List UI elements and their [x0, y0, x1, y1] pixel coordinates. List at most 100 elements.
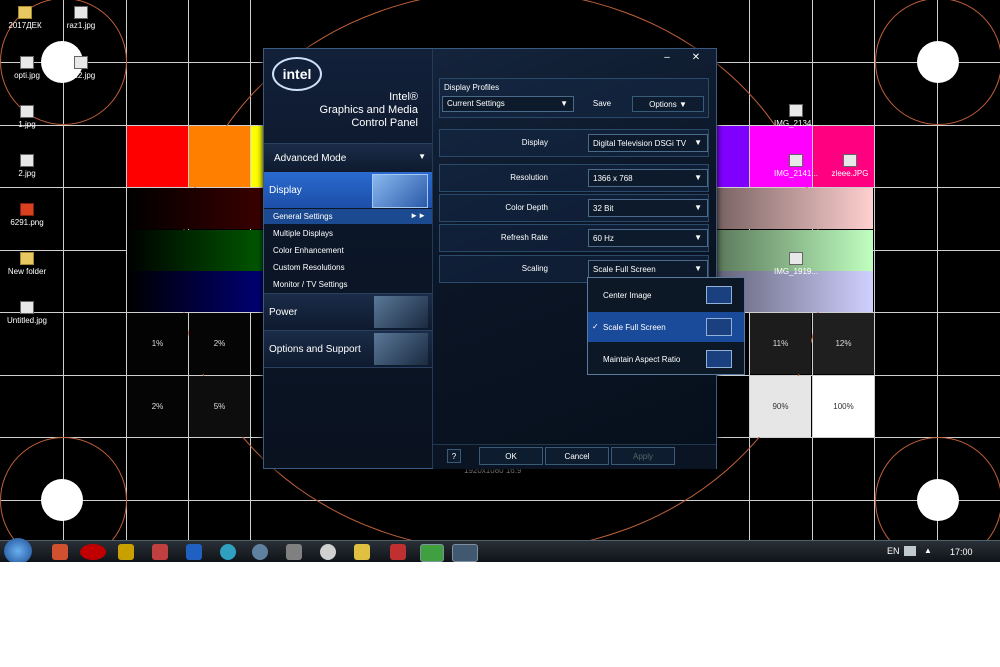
chevron-down-icon: ▼: [694, 203, 702, 212]
start-button-icon[interactable]: [4, 538, 32, 562]
desktop-icon[interactable]: 2.jpg: [0, 154, 57, 178]
menu-item-center-image[interactable]: Center Image: [588, 280, 744, 310]
corner-dot: [917, 41, 959, 83]
desktop-icon[interactable]: Untitled.jpg: [0, 301, 57, 325]
subnav-monitor-tv-settings[interactable]: Monitor / TV Settings: [273, 280, 348, 289]
help-button[interactable]: ?: [447, 449, 461, 463]
taskbar-app-icon[interactable]: [152, 544, 168, 560]
gray-step: 2%: [189, 313, 250, 374]
refresh-rate-select[interactable]: 60 Hz ▼: [588, 229, 708, 247]
resolution-select[interactable]: 1366 x 768 ▼: [588, 169, 708, 187]
image-file-icon: [20, 56, 34, 69]
advanced-mode-dropdown[interactable]: Advanced Mode ▼: [264, 143, 432, 173]
image-file-icon: [74, 56, 88, 69]
chevron-down-icon: ▼: [678, 99, 687, 109]
subnav-general-settings[interactable]: General Settings: [273, 212, 333, 221]
desktop-icon[interactable]: raz1.jpg: [51, 6, 111, 30]
apply-button[interactable]: Apply: [611, 447, 675, 465]
image-file-icon: [789, 104, 803, 117]
taskbar: EN ▲ 17:00: [0, 538, 1000, 562]
profile-select[interactable]: Current Settings ▼: [442, 96, 574, 112]
display-select[interactable]: Digital Television DSGi TV ▼: [588, 134, 708, 152]
nav-section-options-support[interactable]: Options and Support: [264, 330, 432, 368]
close-button[interactable]: ✕: [683, 50, 709, 64]
taskbar-app-icon[interactable]: [186, 544, 202, 560]
png-file-icon: [20, 203, 34, 216]
power-icon: [374, 296, 428, 328]
image-file-icon: [20, 105, 34, 118]
desktop: 1% 2% 11% 12% 2% 5% 90% 100% 1920x1080 1…: [0, 0, 1000, 562]
options-button[interactable]: Options ▼: [632, 96, 704, 112]
left-navigation-pane: intel Intel® Graphics and Media Control …: [264, 49, 433, 468]
menu-item-maintain-aspect-ratio[interactable]: Maintain Aspect Ratio: [588, 344, 744, 374]
ok-button[interactable]: OK: [479, 447, 543, 465]
setting-row-color-depth: Color Depth 32 Bit ▼: [439, 194, 709, 222]
image-file-icon: [20, 154, 34, 167]
nav-section-power[interactable]: Power: [264, 293, 432, 330]
image-file-icon: [843, 154, 857, 167]
subnav-color-enhancement[interactable]: Color Enhancement: [273, 246, 344, 255]
setting-row-refresh-rate: Refresh Rate 60 Hz ▼: [439, 224, 709, 252]
grid-line: [874, 0, 875, 540]
desktop-icon[interactable]: zleee.JPG: [820, 154, 880, 178]
taskbar-app-icon[interactable]: [420, 544, 444, 562]
keyboard-icon[interactable]: [904, 546, 916, 556]
desktop-icon[interactable]: New folder: [0, 252, 57, 276]
taskbar-app-icon[interactable]: [390, 544, 406, 560]
minimize-button[interactable]: –: [654, 50, 680, 64]
chevron-down-icon: ▼: [418, 152, 426, 161]
gray-step: 2%: [127, 376, 188, 437]
taskbar-app-icon[interactable]: [354, 544, 370, 560]
chevron-down-icon: ▼: [694, 264, 702, 273]
save-button[interactable]: Save: [577, 96, 627, 110]
taskbar-app-icon[interactable]: [220, 544, 236, 560]
cancel-button[interactable]: Cancel: [545, 447, 609, 465]
corner-dot: [41, 479, 83, 521]
subnav-multiple-displays[interactable]: Multiple Displays: [273, 229, 333, 238]
taskbar-app-icon[interactable]: [52, 544, 68, 560]
app-title: Intel® Graphics and Media Control Panel: [319, 91, 418, 129]
clock[interactable]: 17:00: [950, 547, 973, 557]
maintain-aspect-ratio-preview-icon: [706, 350, 732, 368]
checkmark-icon: ✓: [592, 322, 599, 331]
language-indicator[interactable]: EN: [887, 546, 900, 556]
gray-step: 100%: [813, 376, 874, 437]
desktop-icon[interactable]: 6291.png: [0, 203, 57, 227]
subnav-custom-resolutions[interactable]: Custom Resolutions: [273, 263, 345, 272]
scaling-select[interactable]: Scale Full Screen ▼: [588, 260, 708, 278]
opera-icon[interactable]: [80, 544, 106, 560]
tray-expand-icon[interactable]: ▲: [924, 546, 932, 555]
desktop-icon[interactable]: 1.jpg: [0, 105, 57, 129]
menu-item-scale-full-screen[interactable]: ✓ Scale Full Screen: [588, 312, 744, 342]
image-file-icon: [20, 301, 34, 314]
desktop-icon[interactable]: IMG_2134...: [766, 104, 826, 128]
support-icon: [374, 333, 428, 365]
intel-graphics-taskbar-icon[interactable]: [452, 544, 478, 562]
setting-row-display: Display Digital Television DSGi TV ▼: [439, 129, 709, 157]
taskbar-app-icon[interactable]: [118, 544, 134, 560]
color-bar-violet: [715, 126, 749, 187]
gray-step: 12%: [813, 313, 874, 374]
setting-row-resolution: Resolution 1366 x 768 ▼: [439, 164, 709, 192]
chevron-down-icon: ▼: [560, 99, 568, 108]
double-chevron-right-icon: ►►: [410, 211, 426, 220]
corner-dot: [917, 479, 959, 521]
scaling-dropdown-menu: Center Image ✓ Scale Full Screen Maintai…: [587, 277, 745, 375]
desktop-icon[interactable]: opti.jpg: [0, 56, 57, 80]
monitor-icon: [372, 174, 428, 208]
center-image-preview-icon: [706, 286, 732, 304]
gray-step: 11%: [750, 313, 811, 374]
folder-icon: [20, 252, 34, 265]
color-bar-orange: [189, 126, 250, 187]
color-depth-select[interactable]: 32 Bit ▼: [588, 199, 708, 217]
desktop-icon[interactable]: raz2.jpg: [51, 56, 111, 80]
desktop-icon[interactable]: 2017ДЕК: [0, 6, 55, 30]
desktop-icon[interactable]: IMG_2141...: [766, 154, 826, 178]
nav-section-display[interactable]: Display: [264, 172, 432, 208]
scale-full-screen-preview-icon: [706, 318, 732, 336]
taskbar-app-icon[interactable]: [252, 544, 268, 560]
taskbar-app-icon[interactable]: [320, 544, 336, 560]
taskbar-app-icon[interactable]: [286, 544, 302, 560]
folder-icon: [18, 6, 32, 19]
desktop-icon[interactable]: IMG_1919...: [766, 252, 826, 276]
